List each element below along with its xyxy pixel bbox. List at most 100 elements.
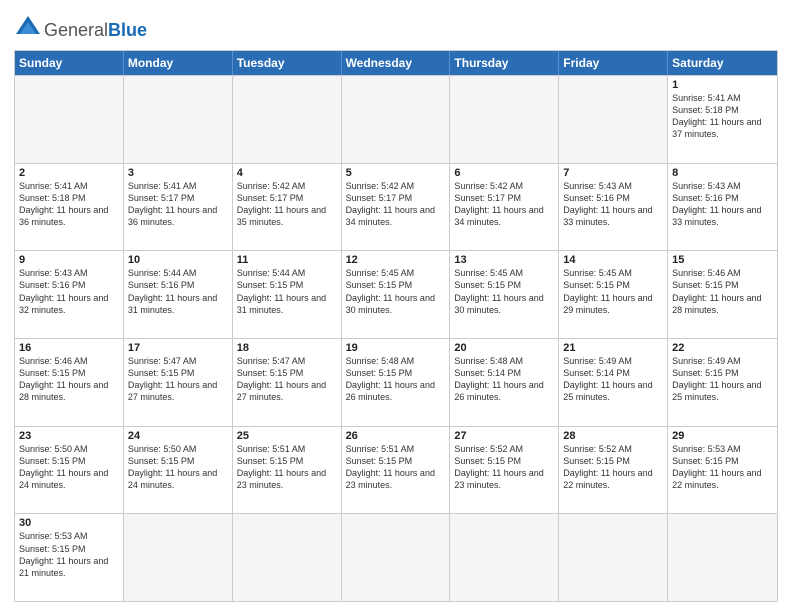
cal-cell: 30Sunrise: 5:53 AM Sunset: 5:15 PM Dayli… bbox=[15, 514, 124, 601]
day-info: Sunrise: 5:45 AM Sunset: 5:15 PM Dayligh… bbox=[454, 267, 554, 316]
cal-cell: 27Sunrise: 5:52 AM Sunset: 5:15 PM Dayli… bbox=[450, 427, 559, 514]
cal-cell: 13Sunrise: 5:45 AM Sunset: 5:15 PM Dayli… bbox=[450, 251, 559, 338]
day-info: Sunrise: 5:45 AM Sunset: 5:15 PM Dayligh… bbox=[563, 267, 663, 316]
day-number: 1 bbox=[672, 79, 773, 91]
header-day-monday: Monday bbox=[124, 51, 233, 75]
cal-cell: 18Sunrise: 5:47 AM Sunset: 5:15 PM Dayli… bbox=[233, 339, 342, 426]
cal-cell: 23Sunrise: 5:50 AM Sunset: 5:15 PM Dayli… bbox=[15, 427, 124, 514]
week-row-2: 9Sunrise: 5:43 AM Sunset: 5:16 PM Daylig… bbox=[15, 250, 777, 338]
calendar-body: 1Sunrise: 5:41 AM Sunset: 5:18 PM Daylig… bbox=[15, 75, 777, 601]
day-info: Sunrise: 5:41 AM Sunset: 5:18 PM Dayligh… bbox=[672, 92, 773, 141]
logo: GeneralBlue bbox=[14, 16, 147, 44]
week-row-4: 23 Sunrise: 5:50 AM Sunset: 5:15 PM Dayli… bbox=[15, 426, 777, 514]
header: GeneralBlue bbox=[14, 10, 778, 44]
cal-cell: 10Sunrise: 5:44 AM Sunset: 5:16 PM Dayli… bbox=[124, 251, 233, 338]
day-number: 6 bbox=[454, 167, 554, 179]
day-number: 27 bbox=[454, 430, 554, 442]
cal-cell: 3Sunrise: 5:41 AM Sunset: 5:17 PM Daylig… bbox=[124, 164, 233, 251]
day-number: 23 bbox=[19, 430, 119, 442]
cal-cell bbox=[233, 76, 342, 163]
cal-cell: 29Sunrise: 5:53 AM Sunset: 5:15 PM Dayli… bbox=[668, 427, 777, 514]
day-info: Sunrise: 5:50 AM Sunset: 5:15 PM Dayligh… bbox=[128, 443, 228, 492]
day-info: Sunrise: 5:42 AM Sunset: 5:17 PM Dayligh… bbox=[454, 180, 554, 229]
day-number: 14 bbox=[563, 254, 663, 266]
day-number: 5 bbox=[346, 167, 446, 179]
day-info: Sunrise: 5:49 AM Sunset: 5:14 PM Dayligh… bbox=[563, 355, 663, 404]
header-day-friday: Friday bbox=[559, 51, 668, 75]
cal-cell bbox=[124, 76, 233, 163]
day-number: 2 bbox=[19, 167, 119, 179]
day-number: 10 bbox=[128, 254, 228, 266]
cal-cell: 19Sunrise: 5:48 AM Sunset: 5:15 PM Dayli… bbox=[342, 339, 451, 426]
day-number: 26 bbox=[346, 430, 446, 442]
header-day-wednesday: Wednesday bbox=[342, 51, 451, 75]
cal-cell bbox=[233, 514, 342, 601]
day-info: Sunrise: 5:43 AM Sunset: 5:16 PM Dayligh… bbox=[19, 267, 119, 316]
day-info: Sunrise: 5:47 AM Sunset: 5:15 PM Dayligh… bbox=[128, 355, 228, 404]
week-row-3: 16Sunrise: 5:46 AM Sunset: 5:15 PM Dayli… bbox=[15, 338, 777, 426]
logo-text: GeneralBlue bbox=[44, 20, 147, 41]
week-row-0: 1Sunrise: 5:41 AM Sunset: 5:18 PM Daylig… bbox=[15, 75, 777, 163]
day-info: Sunrise: 5:51 AM Sunset: 5:15 PM Dayligh… bbox=[346, 443, 446, 492]
day-info: Sunrise: 5:43 AM Sunset: 5:16 PM Dayligh… bbox=[563, 180, 663, 229]
header-day-thursday: Thursday bbox=[450, 51, 559, 75]
day-info: Sunrise: 5:51 AM Sunset: 5:15 PM Dayligh… bbox=[237, 443, 337, 492]
cal-cell: 8Sunrise: 5:43 AM Sunset: 5:16 PM Daylig… bbox=[668, 164, 777, 251]
cal-cell bbox=[559, 514, 668, 601]
day-number: 8 bbox=[672, 167, 773, 179]
cal-cell: 14Sunrise: 5:45 AM Sunset: 5:15 PM Dayli… bbox=[559, 251, 668, 338]
cal-cell: 4Sunrise: 5:42 AM Sunset: 5:17 PM Daylig… bbox=[233, 164, 342, 251]
cal-cell bbox=[668, 514, 777, 601]
day-number: 3 bbox=[128, 167, 228, 179]
day-info: Sunrise: 5:42 AM Sunset: 5:17 PM Dayligh… bbox=[237, 180, 337, 229]
cal-cell bbox=[124, 514, 233, 601]
cal-cell bbox=[450, 76, 559, 163]
cal-cell: 16Sunrise: 5:46 AM Sunset: 5:15 PM Dayli… bbox=[15, 339, 124, 426]
day-number: 22 bbox=[672, 342, 773, 354]
day-info: Sunrise: 5:42 AM Sunset: 5:17 PM Dayligh… bbox=[346, 180, 446, 229]
day-number: 20 bbox=[454, 342, 554, 354]
header-day-tuesday: Tuesday bbox=[233, 51, 342, 75]
day-number: 15 bbox=[672, 254, 773, 266]
calendar-header: SundayMondayTuesdayWednesdayThursdayFrid… bbox=[15, 51, 777, 75]
day-number: 29 bbox=[672, 430, 773, 442]
cal-cell: 2Sunrise: 5:41 AM Sunset: 5:18 PM Daylig… bbox=[15, 164, 124, 251]
day-number: 9 bbox=[19, 254, 119, 266]
calendar: SundayMondayTuesdayWednesdayThursdayFrid… bbox=[14, 50, 778, 602]
day-number: 12 bbox=[346, 254, 446, 266]
cal-cell: 17Sunrise: 5:47 AM Sunset: 5:15 PM Dayli… bbox=[124, 339, 233, 426]
day-number: 11 bbox=[237, 254, 337, 266]
cal-cell bbox=[559, 76, 668, 163]
day-number: 19 bbox=[346, 342, 446, 354]
day-info: Sunrise: 5:46 AM Sunset: 5:15 PM Dayligh… bbox=[672, 267, 773, 316]
cal-cell: 21Sunrise: 5:49 AM Sunset: 5:14 PM Dayli… bbox=[559, 339, 668, 426]
day-number: 28 bbox=[563, 430, 663, 442]
day-info: Sunrise: 5:49 AM Sunset: 5:15 PM Dayligh… bbox=[672, 355, 773, 404]
day-info: Sunrise: 5:47 AM Sunset: 5:15 PM Dayligh… bbox=[237, 355, 337, 404]
day-number: 25 bbox=[237, 430, 337, 442]
cal-cell: 6Sunrise: 5:42 AM Sunset: 5:17 PM Daylig… bbox=[450, 164, 559, 251]
cal-cell bbox=[342, 514, 451, 601]
day-info: Sunrise: 5:41 AM Sunset: 5:17 PM Dayligh… bbox=[128, 180, 228, 229]
day-number: 7 bbox=[563, 167, 663, 179]
day-info: Sunrise: 5:44 AM Sunset: 5:16 PM Dayligh… bbox=[128, 267, 228, 316]
day-number: 13 bbox=[454, 254, 554, 266]
cal-cell: 26Sunrise: 5:51 AM Sunset: 5:15 PM Dayli… bbox=[342, 427, 451, 514]
day-info: Sunrise: 5:45 AM Sunset: 5:15 PM Dayligh… bbox=[346, 267, 446, 316]
week-row-1: 2Sunrise: 5:41 AM Sunset: 5:18 PM Daylig… bbox=[15, 163, 777, 251]
day-info: Sunrise: 5:52 AM Sunset: 5:15 PM Dayligh… bbox=[454, 443, 554, 492]
cal-cell bbox=[15, 76, 124, 163]
day-number: 17 bbox=[128, 342, 228, 354]
day-number: 24 bbox=[128, 430, 228, 442]
header-day-sunday: Sunday bbox=[15, 51, 124, 75]
day-number: 30 bbox=[19, 517, 119, 529]
day-info: Sunrise: 5:53 AM Sunset: 5:15 PM Dayligh… bbox=[19, 530, 119, 579]
cal-cell: 25Sunrise: 5:51 AM Sunset: 5:15 PM Dayli… bbox=[233, 427, 342, 514]
day-number: 18 bbox=[237, 342, 337, 354]
page: GeneralBlue SundayMondayTuesdayWednesday… bbox=[0, 0, 792, 612]
day-info: Sunrise: 5:48 AM Sunset: 5:15 PM Dayligh… bbox=[346, 355, 446, 404]
cal-cell: 28Sunrise: 5:52 AM Sunset: 5:15 PM Dayli… bbox=[559, 427, 668, 514]
cal-cell: 7Sunrise: 5:43 AM Sunset: 5:16 PM Daylig… bbox=[559, 164, 668, 251]
day-info: Sunrise: 5:52 AM Sunset: 5:15 PM Dayligh… bbox=[563, 443, 663, 492]
day-info: Sunrise: 5:43 AM Sunset: 5:16 PM Dayligh… bbox=[672, 180, 773, 229]
